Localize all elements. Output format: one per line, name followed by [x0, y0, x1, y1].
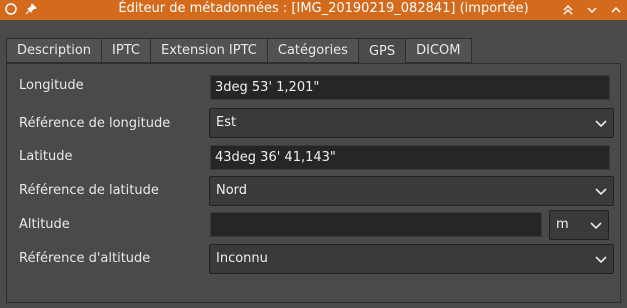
latitude-reference-select[interactable]: Nord — [209, 176, 614, 206]
chevron-down-icon — [595, 256, 607, 264]
longitude-label: Longitude — [19, 78, 84, 93]
tab-description[interactable]: Description — [6, 38, 102, 63]
altitude-reference-select[interactable]: Inconnu — [209, 244, 614, 274]
tab-iptc[interactable]: IPTC — [101, 38, 150, 63]
longitude-reference-select[interactable]: Est — [209, 108, 614, 138]
altitude-unit-value: m — [556, 217, 569, 232]
tab-bar: Description IPTC Extension IPTC Catégori… — [6, 38, 472, 64]
tab-categories[interactable]: Catégories — [266, 38, 358, 63]
chevron-down-icon — [590, 222, 602, 230]
altitude-reference-value: Inconnu — [216, 251, 268, 266]
keep-above-icon[interactable] — [561, 3, 575, 17]
longitude-reference-label: Référence de longitude — [19, 116, 171, 131]
altitude-label: Altitude — [19, 217, 70, 232]
tab-gps[interactable]: GPS — [357, 38, 406, 64]
latitude-reference-label: Référence de latitude — [19, 183, 159, 198]
chevron-down-icon — [595, 120, 607, 128]
latitude-reference-value: Nord — [216, 183, 248, 198]
longitude-reference-value: Est — [216, 115, 237, 130]
latitude-label: Latitude — [19, 149, 73, 164]
minimize-icon[interactable] — [585, 3, 599, 17]
maximize-icon[interactable] — [609, 3, 623, 17]
altitude-field[interactable] — [210, 212, 542, 237]
latitude-field[interactable]: 43deg 36' 41,143" — [210, 145, 610, 170]
window-title: Éditeur de métadonnées : [IMG_20190219_0… — [118, 1, 529, 16]
tab-extension-iptc[interactable]: Extension IPTC — [149, 38, 267, 63]
title-bar: Éditeur de métadonnées : [IMG_20190219_0… — [0, 0, 627, 20]
chevron-down-icon — [595, 188, 607, 196]
longitude-field[interactable]: 3deg 53' 1,201" — [210, 75, 610, 100]
titlebar-controls — [561, 0, 623, 20]
tab-dicom[interactable]: DICOM — [405, 38, 472, 63]
altitude-reference-label: Référence d'altitude — [19, 251, 151, 266]
altitude-unit-select[interactable]: m — [549, 210, 609, 240]
